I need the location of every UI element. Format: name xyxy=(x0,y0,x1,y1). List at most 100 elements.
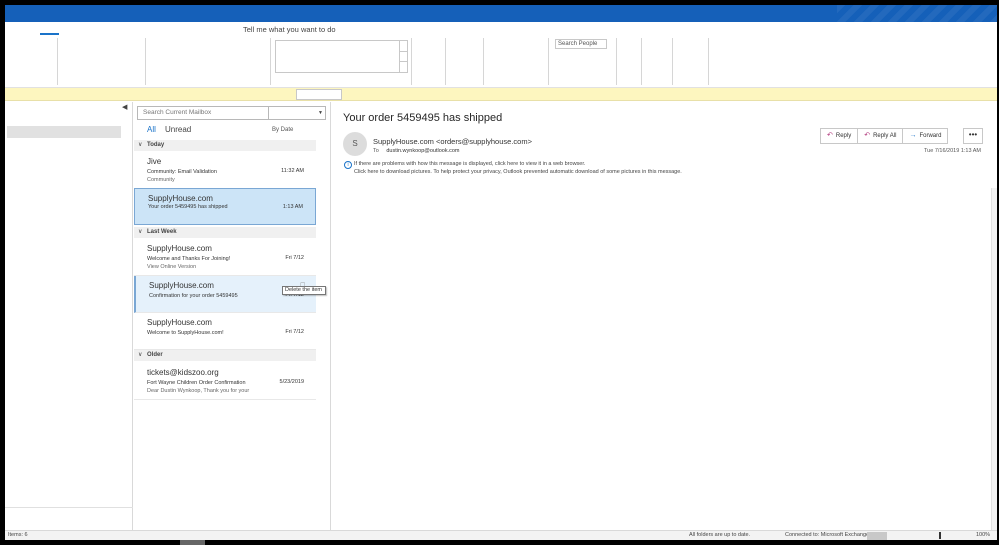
ribbon-separator xyxy=(672,38,673,85)
item-time: Fri 7/12 xyxy=(285,255,304,261)
ribbon-separator xyxy=(411,38,412,85)
ribbon-separator xyxy=(445,38,446,85)
item-preview: View Online Version xyxy=(147,264,197,270)
reading-pane-scrollbar[interactable] xyxy=(991,188,997,530)
chevron-down-icon: ∨ xyxy=(138,352,143,358)
chevron-down-icon: ▼ xyxy=(318,110,323,116)
view-in-browser-notice[interactable]: If there are problems with how this mess… xyxy=(354,161,585,167)
sort-by-date[interactable]: By Date xyxy=(272,127,293,133)
message-list: Search Current Mailbox ▼ All Unread By D… xyxy=(134,102,331,530)
chevron-down-icon: ∨ xyxy=(138,142,143,148)
item-time: 1:13 AM xyxy=(282,204,303,210)
ribbon: Tell me what you want to do Search Peopl… xyxy=(5,22,997,88)
item-subject: Welcome and Thanks For Joining! xyxy=(147,256,231,262)
group-header-older[interactable]: ∨ Older xyxy=(134,350,316,361)
item-sender: SupplyHouse.com xyxy=(148,194,213,203)
reply-label: Reply xyxy=(835,133,852,139)
item-preview: Community xyxy=(147,177,175,183)
ribbon-separator xyxy=(708,38,709,85)
filter-all-tab[interactable]: All xyxy=(147,125,156,134)
group-label: Today xyxy=(147,142,165,148)
item-sender: SupplyHouse.com xyxy=(147,244,212,253)
download-pictures-notice[interactable]: Click here to download pictures. To help… xyxy=(354,169,682,175)
avatar[interactable]: S xyxy=(343,132,367,156)
selected-folder[interactable] xyxy=(7,126,121,138)
tell-me-search[interactable]: Tell me what you want to do xyxy=(243,25,336,34)
collapse-folder-pane-icon[interactable]: ◀ xyxy=(122,103,127,111)
folder-pane: ◀ xyxy=(5,102,133,530)
sync-status: All folders are up to date. xyxy=(689,532,751,538)
recipient-row: To dustin.wynkoop@outlook.com xyxy=(373,148,460,154)
search-mailbox-input[interactable]: Search Current Mailbox ▼ xyxy=(137,106,326,120)
ribbon-separator xyxy=(57,38,58,85)
ribbon-separator xyxy=(483,38,484,85)
item-sender: SupplyHouse.com xyxy=(149,281,214,290)
info-bar xyxy=(5,88,997,101)
group-header-today[interactable]: ∨ Today xyxy=(134,140,316,151)
item-subject: Fort Wayne Children Order Confirmation xyxy=(147,380,246,386)
search-mailbox-placeholder: Search Current Mailbox xyxy=(143,109,212,116)
list-item[interactable]: tickets@kidszoo.org Fort Wayne Children … xyxy=(134,363,316,400)
quick-steps-gallery[interactable] xyxy=(275,40,408,73)
sender-address[interactable]: SupplyHouse.com <orders@supplyhouse.com> xyxy=(373,137,532,146)
reply-button[interactable]: ↶ Reply xyxy=(820,128,859,144)
ribbon-separator xyxy=(145,38,146,85)
item-subject: Community: Email Validation xyxy=(147,169,217,175)
connection-status: Connected to: Microsoft Exchange xyxy=(785,532,870,538)
status-bar: Items: 6 All folders are up to date. Con… xyxy=(5,530,997,540)
title-bar-pattern xyxy=(837,5,997,22)
info-bar-button[interactable] xyxy=(296,89,342,100)
ribbon-separator xyxy=(548,38,549,85)
search-people-input[interactable]: Search People xyxy=(555,39,607,49)
folder-pane-divider xyxy=(5,507,133,508)
list-item-selected[interactable]: SupplyHouse.com Your order 5459495 has s… xyxy=(134,188,316,225)
info-icon: i xyxy=(344,161,352,169)
group-label: Last Week xyxy=(147,229,177,235)
list-item[interactable]: SupplyHouse.com Welcome and Thanks For J… xyxy=(134,239,316,276)
filter-unread-tab[interactable]: Unread xyxy=(165,125,191,134)
active-tab-indicator[interactable] xyxy=(40,33,59,35)
chevron-down-icon: ∨ xyxy=(138,229,143,235)
item-subject: Your order 5459495 has shipped xyxy=(148,204,228,210)
email-subject-title: Your order 5459495 has shipped xyxy=(343,112,503,124)
title-bar xyxy=(5,5,997,22)
more-actions-button[interactable]: ••• xyxy=(963,128,983,144)
item-sender: tickets@kidszoo.org xyxy=(147,368,219,377)
item-count: Items: 6 xyxy=(8,532,28,538)
reply-all-label: Reply All xyxy=(873,133,897,139)
taskbar-edge xyxy=(0,540,999,545)
ribbon-separator xyxy=(270,38,271,85)
filter-row: All Unread By Date xyxy=(134,125,331,137)
group-header-last-week[interactable]: ∨ Last Week xyxy=(134,227,316,238)
search-scope-dropdown[interactable]: ▼ xyxy=(268,107,326,119)
item-preview: Dear Dustin Wynkoop, Thank you for your xyxy=(147,388,250,394)
delete-tooltip: Delete the item xyxy=(282,286,326,295)
view-toggle-button[interactable] xyxy=(867,532,887,540)
reply-all-icon: ↶ xyxy=(864,132,871,139)
item-sender: Jive xyxy=(147,157,162,166)
item-time: Fri 7/12 xyxy=(285,329,304,335)
item-time: 11:32 AM xyxy=(281,168,304,174)
ribbon-separator xyxy=(641,38,642,85)
gallery-scrollbar[interactable] xyxy=(399,41,407,72)
forward-button[interactable]: → Forward xyxy=(902,128,949,144)
item-sender: SupplyHouse.com xyxy=(147,318,212,327)
forward-icon: → xyxy=(909,132,917,139)
sent-date: Tue 7/16/2019 1:13 AM xyxy=(924,148,981,154)
item-time: 5/23/2019 xyxy=(279,379,304,385)
to-label: To xyxy=(373,148,379,154)
message-actions: ↶ Reply ↶ Reply All → Forward xyxy=(820,128,949,144)
zoom-level[interactable]: 100% xyxy=(976,531,990,540)
zoom-slider-thumb[interactable] xyxy=(939,532,941,539)
list-item[interactable]: SupplyHouse.com Welcome to SupplyHouse.c… xyxy=(134,313,316,350)
reply-all-button[interactable]: ↶ Reply All xyxy=(857,128,904,144)
reply-icon: ↶ xyxy=(827,132,833,139)
reading-pane: Your order 5459495 has shipped S SupplyH… xyxy=(332,102,997,530)
recipient-address[interactable]: dustin.wynkoop@outlook.com xyxy=(386,148,459,154)
ribbon-separator xyxy=(616,38,617,85)
forward-label: Forward xyxy=(919,133,942,139)
item-subject: Welcome to SupplyHouse.com! xyxy=(147,330,224,336)
outlook-window: Tell me what you want to do Search Peopl… xyxy=(0,0,999,545)
item-subject: Confirmation for your order 5459495 xyxy=(149,293,238,299)
list-item[interactable]: Jive Community: Email Validation Communi… xyxy=(134,152,316,189)
